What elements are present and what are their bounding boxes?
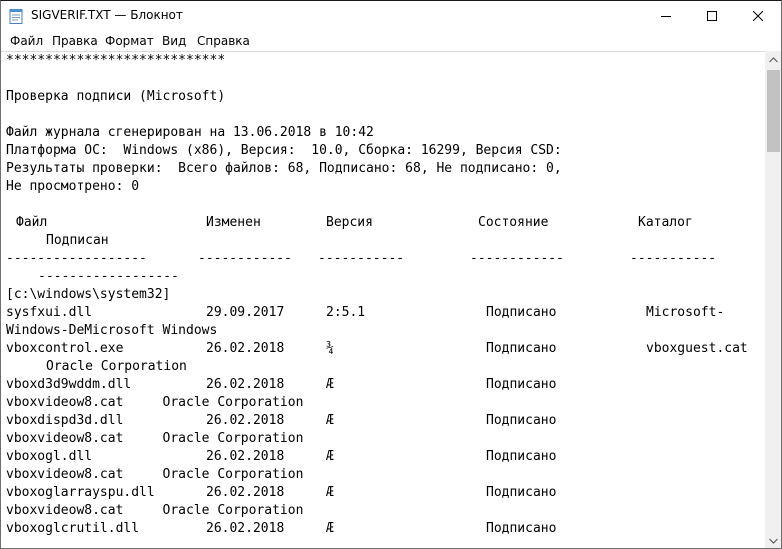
text-line: Файл журнала сгенерирован на 13.06.2018 …: [6, 125, 374, 140]
header-rule-segment: -----------: [630, 251, 717, 266]
menu-help[interactable]: Справка: [197, 34, 250, 48]
vertical-scrollbar[interactable]: [765, 51, 781, 548]
table-header-rule: ------------------ ------------ --------…: [1, 250, 765, 268]
header-rule-segment: -----------: [318, 251, 405, 266]
close-button[interactable]: [735, 1, 781, 31]
table-row: vboxdispd3d.dll 26.02.2018 Æ Подписано: [1, 412, 765, 430]
scrollbar-thumb[interactable]: [767, 70, 780, 152]
table-row: vboxcontrol.exe 26.02.2018 ¾ Подписано v…: [1, 340, 765, 358]
cell-catalog: vboxguest.cat: [646, 341, 748, 356]
column-header-status: Состояние: [478, 215, 549, 230]
table-header-row: Файл Изменен Версия Состояние Каталог: [1, 214, 765, 232]
cell-file: vboxogl.dll: [6, 449, 93, 464]
table-row: sysfxui.dll 29.09.2017 2:5.1 Подписано M…: [1, 304, 765, 322]
cell-status: Подписано: [486, 341, 557, 356]
table-row: vboxogl.dll 26.02.2018 Æ Подписано: [1, 448, 765, 466]
cell-status: Подписано: [486, 485, 557, 500]
cell-version: Æ: [326, 377, 334, 392]
menu-edit[interactable]: Правка: [52, 34, 98, 48]
table-row-wrap: vboxvideow8.cat Oracle Corporation: [6, 395, 304, 410]
header-rule-segment: ------------: [198, 251, 292, 266]
text-line: ****************************: [6, 53, 226, 68]
table-row: vboxoglcrutil.dll 26.02.2018 Æ Подписано: [1, 520, 765, 538]
cell-file: vboxcontrol.exe: [6, 341, 124, 356]
column-header-catalog: Каталог: [638, 215, 693, 230]
menu-file[interactable]: Файл: [10, 34, 43, 48]
text-editor[interactable]: **************************** Проверка по…: [1, 51, 765, 548]
cell-date: 26.02.2018: [206, 449, 285, 464]
cell-status: Подписано: [486, 377, 557, 392]
column-header-file: Файл: [16, 215, 48, 230]
scroll-up-arrow-icon: [769, 56, 778, 62]
minimize-icon: [661, 16, 671, 17]
cell-date: 26.02.2018: [206, 377, 285, 392]
table-row-wrap: vboxvideow8.cat Oracle Corporation: [6, 467, 304, 482]
maximize-button[interactable]: [689, 1, 735, 31]
table-row: vboxoglarrayspu.dll 26.02.2018 Æ Подписа…: [1, 484, 765, 502]
cell-status: Подписано: [486, 305, 557, 320]
scroll-down-arrow-icon: [769, 538, 778, 544]
notepad-window: SIGVERIF.TXT — Блокнот Файл Правка Форма…: [0, 0, 782, 549]
folder-path: [c:\windows\system32]: [6, 287, 171, 302]
minimize-button[interactable]: [643, 1, 689, 31]
cell-file: vboxoglcrutil.dll: [6, 521, 140, 536]
header-rule-segment: ------------: [470, 251, 564, 266]
close-icon: [753, 11, 763, 21]
cell-version: 2:5.1: [326, 305, 366, 320]
text-line: Не просмотрено: 0: [6, 179, 140, 194]
cell-file: vboxoglarrayspu.dll: [6, 485, 155, 500]
table-row-wrap: vboxvideow8.cat Oracle Corporation: [6, 503, 304, 518]
cell-date: 29.09.2017: [206, 305, 285, 320]
cell-status: Подписано: [486, 521, 557, 536]
cell-date: 26.02.2018: [206, 485, 285, 500]
title-bar[interactable]: SIGVERIF.TXT — Блокнот: [1, 1, 781, 31]
cell-file: vboxdispd3d.dll: [6, 413, 124, 428]
table-row-wrap: Oracle Corporation: [46, 359, 187, 374]
text-line: Платформа ОС: Windows (x86), Версия: 10.…: [6, 143, 562, 158]
menu-bar: Файл Правка Формат Вид Справка: [1, 31, 781, 51]
table-row-wrap: Windows-DeMicrosoft Windows: [6, 323, 218, 338]
notepad-icon: [9, 9, 23, 24]
cell-version: Æ: [326, 449, 334, 464]
window-title: SIGVERIF.TXT — Блокнот: [31, 8, 183, 22]
scroll-up-button[interactable]: [765, 51, 781, 68]
text-line: Результаты проверки: Всего файлов: 68, П…: [6, 161, 562, 176]
cell-file: sysfxui.dll: [6, 305, 93, 320]
cell-catalog: Microsoft-: [646, 305, 725, 320]
column-header-version: Версия: [326, 215, 373, 230]
cell-date: 26.02.2018: [206, 521, 285, 536]
cell-date: 26.02.2018: [206, 341, 285, 356]
column-header-signed-by: Подписан: [46, 233, 109, 248]
table-row: vboxd3d9wddm.dll 26.02.2018 Æ Подписано: [1, 376, 765, 394]
menu-view[interactable]: Вид: [162, 34, 186, 48]
text-line: Проверка подписи (Microsoft): [6, 89, 226, 104]
table-row-wrap: vboxvideow8.cat Oracle Corporation: [6, 431, 304, 446]
scroll-down-button[interactable]: [765, 532, 781, 548]
cell-version: Æ: [326, 521, 334, 536]
cell-version: Æ: [326, 413, 334, 428]
header-rule-wrap: ------------------: [38, 269, 179, 284]
maximize-icon: [707, 11, 717, 21]
cell-status: Подписано: [486, 413, 557, 428]
cell-date: 26.02.2018: [206, 413, 285, 428]
header-rule-segment: ------------------: [6, 251, 147, 266]
cell-version: ¾: [326, 341, 334, 356]
column-header-modified: Изменен: [206, 215, 261, 230]
menu-format[interactable]: Формат: [105, 34, 154, 48]
cell-version: Æ: [326, 485, 334, 500]
cell-file: vboxd3d9wddm.dll: [6, 377, 132, 392]
cell-status: Подписано: [486, 449, 557, 464]
